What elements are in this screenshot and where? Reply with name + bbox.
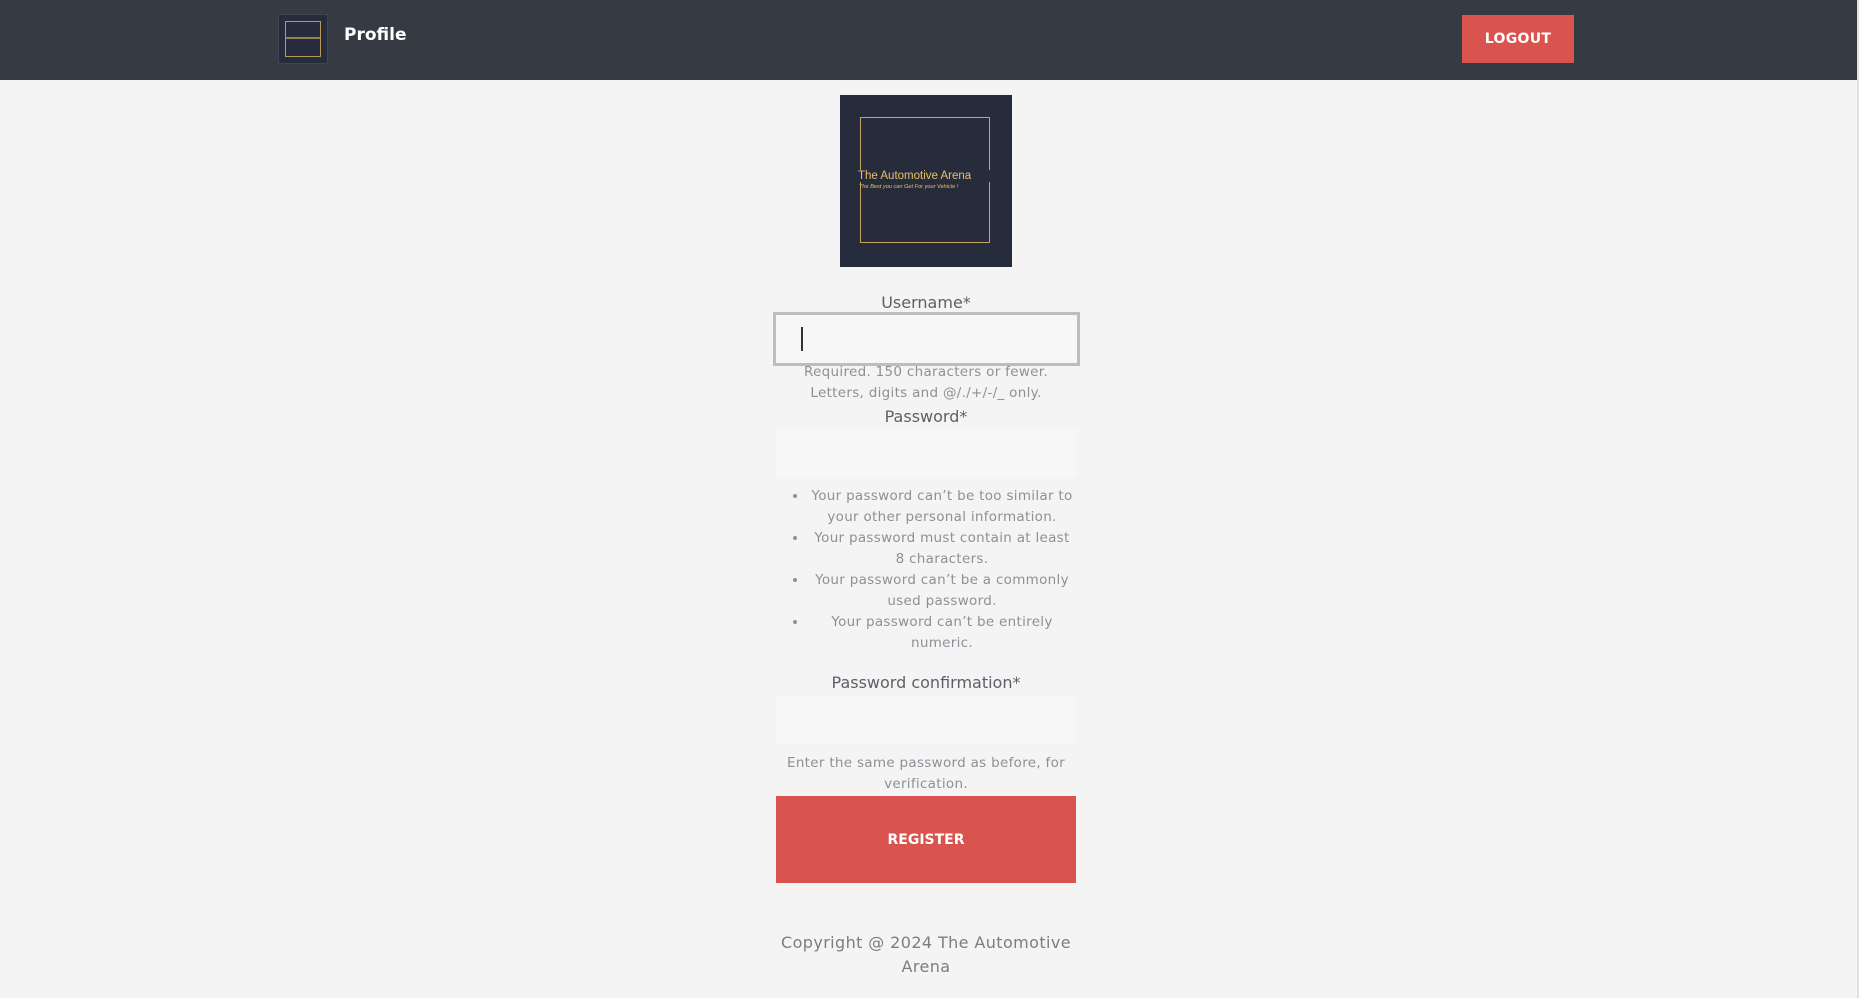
username-label: Username* xyxy=(881,293,971,312)
password-rule: Your password can’t be too similar to yo… xyxy=(808,486,1076,528)
password-confirmation-label: Password confirmation* xyxy=(831,673,1021,692)
top-navbar: Profile LOGOUT xyxy=(0,0,1859,80)
nav-profile-link[interactable]: Profile xyxy=(344,25,406,45)
username-input[interactable] xyxy=(773,312,1080,366)
password-input[interactable] xyxy=(776,429,1076,477)
username-help-text: Required. 150 characters or fewer. Lette… xyxy=(803,364,1048,401)
register-button[interactable]: REGISTER xyxy=(776,796,1076,883)
footer-copyright: Copyright @ 2024 The Automotive Arena xyxy=(781,933,1071,976)
password-confirmation-help-text: Enter the same password as before, for v… xyxy=(787,755,1065,792)
brand-logo: The Automotive Arena The Best you can Ge… xyxy=(840,95,1012,267)
nav-logo-frame xyxy=(285,21,321,57)
logout-button[interactable]: LOGOUT xyxy=(1462,15,1574,63)
password-rule: Your password can’t be entirely numeric. xyxy=(808,612,1076,654)
text-caret xyxy=(801,327,803,351)
brand-logo-tagline: The Best you can Get For your Vehicle ! xyxy=(859,184,959,190)
password-confirmation-input[interactable] xyxy=(776,696,1076,744)
nav-logo-text-mark xyxy=(286,37,320,39)
password-label: Password* xyxy=(884,407,968,426)
nav-logo[interactable] xyxy=(278,14,328,64)
brand-logo-name: The Automotive Arena xyxy=(858,170,994,182)
password-rule: Your password must contain at least 8 ch… xyxy=(808,528,1076,570)
password-rules-list: Your password can’t be too similar to yo… xyxy=(784,486,1076,654)
password-rule: Your password can’t be a commonly used p… xyxy=(808,570,1076,612)
